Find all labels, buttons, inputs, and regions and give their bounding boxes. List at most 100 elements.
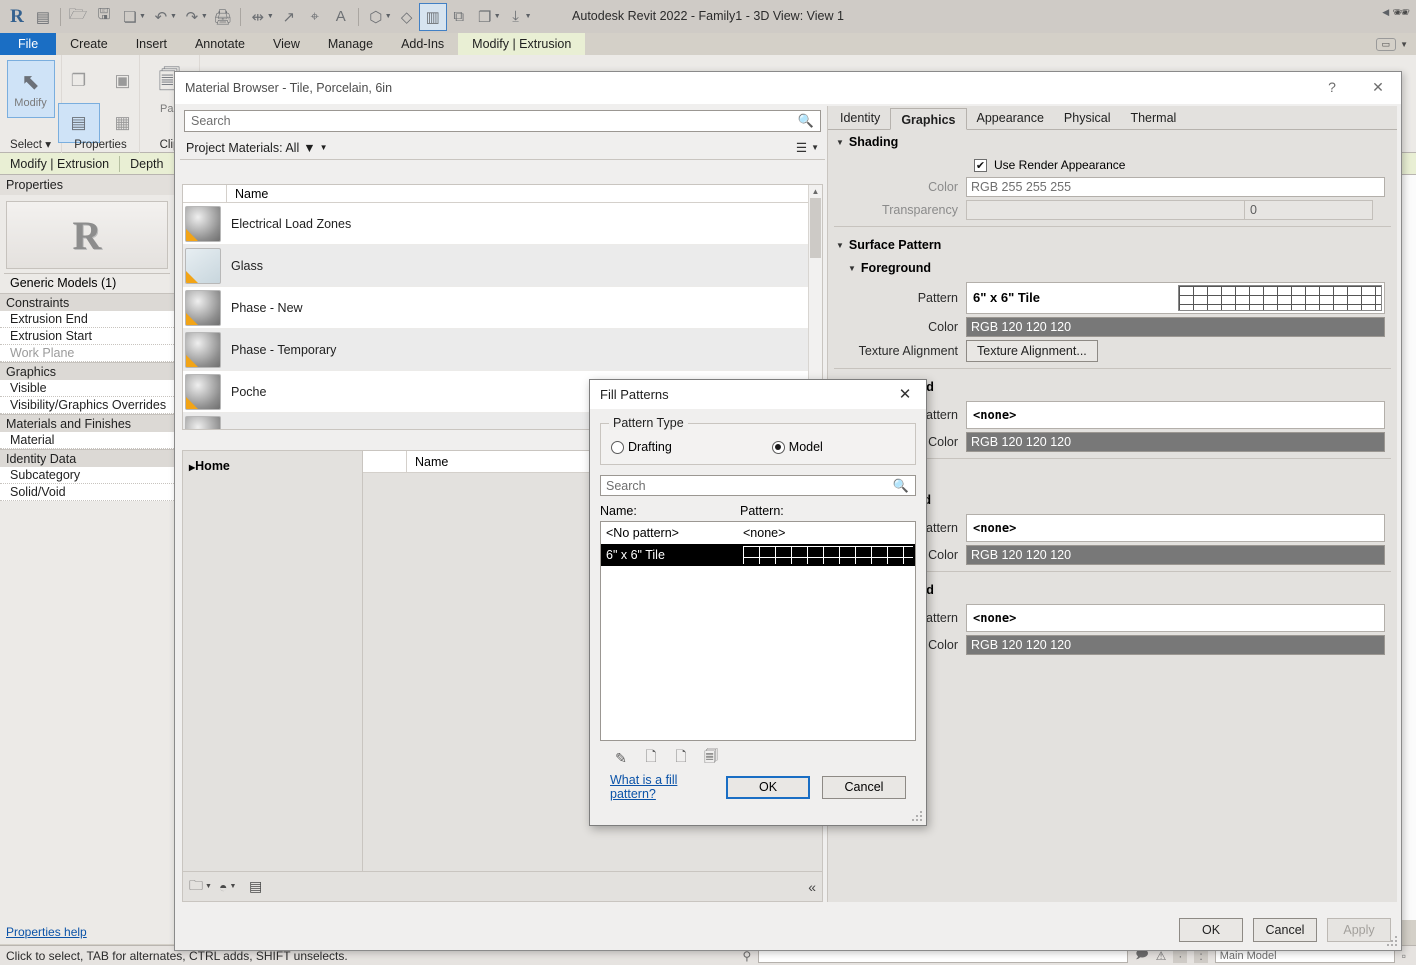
search-icon[interactable]: 🔍 [893, 478, 909, 494]
design-option-icon[interactable]: ▫ [1402, 949, 1406, 963]
family-category-icon[interactable]: ▣ [102, 61, 144, 101]
triangle-down-icon[interactable]: ▼ [848, 264, 856, 273]
list-view-icon[interactable]: ☰ [796, 140, 807, 155]
switch-windows-icon[interactable]: ❐ [472, 4, 498, 30]
ribbon-tab-view[interactable]: View [259, 33, 314, 55]
triangle-down-icon[interactable]: ▼ [836, 138, 844, 147]
surface-fg-color-value[interactable]: RGB 120 120 120 [966, 317, 1385, 337]
radio-model-icon[interactable] [772, 441, 785, 454]
ribbon-tab-annotate[interactable]: Annotate [181, 33, 259, 55]
triangle-down-icon[interactable]: ▼ [836, 241, 844, 250]
redo-icon[interactable]: ↷ [179, 4, 205, 30]
search-icon[interactable]: 🔍 [798, 113, 814, 129]
library-home-item[interactable]: ▶Home [183, 451, 362, 473]
property-row-extrusion-start[interactable]: Extrusion Start [0, 328, 174, 345]
material-search-input[interactable] [185, 113, 820, 129]
revit-logo-icon[interactable]: R [4, 4, 30, 30]
property-row-visible[interactable]: Visible [0, 380, 174, 397]
tab-appearance[interactable]: Appearance [967, 107, 1054, 129]
material-browser-ok-button[interactable]: OK [1179, 918, 1243, 942]
chevron-down-icon[interactable]: ▼ [1400, 40, 1408, 49]
collapse-ribbon-icon[interactable]: ◀ [1382, 7, 1389, 18]
shading-color-value[interactable]: RGB 255 255 255 [966, 177, 1385, 197]
material-search-box[interactable]: 🔍 [184, 110, 821, 132]
what-is-a-fill-pattern-link[interactable]: What is a fill pattern? [610, 773, 726, 801]
save-as-icon[interactable]: ❏ [117, 4, 143, 30]
modify-button[interactable]: ⬉ Modify [7, 60, 55, 118]
ribbon-tab-modify-extrusion[interactable]: Modify | Extrusion [458, 33, 585, 55]
fill-patterns-list[interactable]: <No pattern> <none> 6" x 6" Tile [600, 521, 916, 741]
library-tree[interactable]: ▶Home [183, 451, 363, 871]
surface-fg-pattern-value[interactable]: 6" x 6" Tile [966, 282, 1385, 314]
material-browser-titlebar[interactable]: Material Browser - Tile, Porcelain, 6in … [175, 72, 1401, 104]
thin-lines-icon[interactable]: ▥ [420, 4, 446, 30]
ribbon-state-icon[interactable]: ▭ [1376, 38, 1397, 51]
surface-bg-pattern-value[interactable]: <none> [966, 401, 1385, 429]
property-row-material[interactable]: Material [0, 432, 174, 449]
print-icon[interactable]: 🖨 [210, 4, 236, 30]
fill-patterns-titlebar[interactable]: Fill Patterns ✕ [590, 380, 926, 409]
ribbon-tab-addins[interactable]: Add-Ins [387, 33, 458, 55]
fill-patterns-search-box[interactable]: 🔍 [600, 475, 916, 496]
text-icon[interactable]: A [328, 4, 354, 30]
scroll-up-icon[interactable]: ▲ [809, 185, 822, 198]
aligned-dimension-icon[interactable]: ↗ [276, 4, 302, 30]
measure-icon[interactable]: ⇹ [245, 4, 271, 30]
table-row[interactable]: Electrical Load Zones [183, 203, 822, 245]
delete-pattern-icon[interactable]: 🗋 [672, 749, 690, 767]
list-item[interactable]: <No pattern> <none> [601, 522, 915, 544]
surface-bg-color-value[interactable]: RGB 120 120 120 [966, 432, 1385, 452]
transparency-slider[interactable] [966, 200, 1245, 220]
list-item-selected[interactable]: 6" x 6" Tile [601, 544, 915, 566]
duplicate-pattern-icon[interactable]: 🗐 [702, 749, 720, 767]
help-icon[interactable]: ? [1309, 72, 1355, 102]
collapse-library-icon[interactable]: « [808, 879, 816, 895]
cut-fg-pattern-value[interactable]: <none> [966, 514, 1385, 542]
undo-icon[interactable]: ↶ [148, 4, 174, 30]
load-into-project-icon[interactable]: ⤓ [503, 4, 529, 30]
table-row[interactable]: Glass [183, 245, 822, 287]
type-selector[interactable]: Generic Models (1) [4, 273, 170, 291]
properties-palette-icon[interactable]: ▤ [58, 103, 100, 143]
save-icon[interactable]: 🖫 [91, 4, 117, 30]
section-surface-pattern[interactable]: ▼ Surface Pattern [828, 233, 1397, 256]
material-browser-cancel-button[interactable]: Cancel [1253, 918, 1317, 942]
filter-dropdown-icon[interactable]: ▼ [320, 143, 328, 152]
new-asset-icon[interactable]: ◓▼ [219, 879, 249, 895]
cut-bg-color-value[interactable]: RGB 120 120 120 [966, 635, 1385, 655]
subsection-surface-foreground[interactable]: ▼ Foreground [828, 256, 1397, 279]
tab-thermal[interactable]: Thermal [1120, 107, 1186, 129]
tab-identity[interactable]: Identity [830, 107, 890, 129]
table-row[interactable]: Phase - New [183, 287, 822, 329]
close-icon[interactable]: ✕ [1355, 72, 1401, 102]
new-project-icon[interactable]: ▤ [30, 4, 56, 30]
property-row-solid-void[interactable]: Solid/Void [0, 484, 174, 501]
default-3d-view-icon[interactable]: ⬡ [363, 4, 389, 30]
type-properties-icon[interactable]: ❐ [58, 61, 100, 101]
project-materials-filter-label[interactable]: Project Materials: All [186, 141, 299, 155]
transparency-value[interactable]: 0 [1245, 200, 1373, 220]
property-row-subcategory[interactable]: Subcategory [0, 467, 174, 484]
ribbon-tab-create[interactable]: Create [56, 33, 122, 55]
radio-option-model[interactable]: Model [772, 440, 823, 454]
close-icon[interactable]: ✕ [884, 380, 926, 408]
family-types-icon[interactable]: ▦ [102, 103, 144, 143]
edit-pattern-icon[interactable]: ✎ [612, 749, 630, 767]
fill-patterns-search-input[interactable] [601, 478, 915, 494]
tab-physical[interactable]: Physical [1054, 107, 1121, 129]
use-render-appearance-checkbox[interactable]: ✔ [974, 159, 987, 172]
filter-icon[interactable]: ▼ [303, 141, 315, 155]
property-row-extrusion-end[interactable]: Extrusion End [0, 311, 174, 328]
properties-help-link[interactable]: Properties help [6, 925, 87, 939]
ribbon-tab-file[interactable]: File [0, 33, 56, 55]
binoculars-icon[interactable]: 🕶 [1392, 4, 1410, 21]
section-shading[interactable]: ▼ Shading [828, 130, 1397, 153]
new-material-icon[interactable]: 🗀▼ [189, 875, 219, 899]
cut-bg-pattern-value[interactable]: <none> [966, 604, 1385, 632]
fill-patterns-resize-grip[interactable] [911, 810, 923, 822]
ribbon-display-options[interactable]: ▭ ▼ [1376, 33, 1416, 55]
tag-icon[interactable]: ⌖ [302, 4, 328, 30]
open-icon[interactable]: 🗁 [65, 4, 91, 30]
view-dropdown-caret-icon[interactable]: ▼ [811, 143, 819, 152]
library-panel-icon[interactable]: ▤ [249, 878, 279, 895]
